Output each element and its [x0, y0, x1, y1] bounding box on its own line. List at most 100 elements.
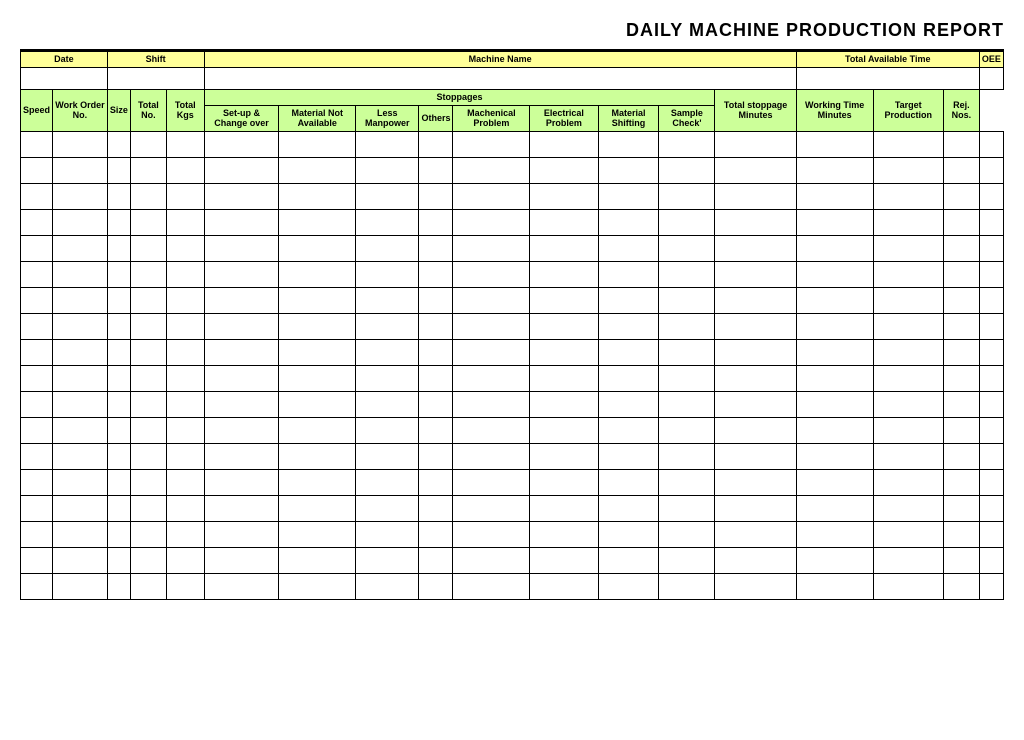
table-cell[interactable]: [419, 184, 453, 210]
table-cell[interactable]: [356, 236, 419, 262]
table-cell[interactable]: [419, 418, 453, 444]
table-cell[interactable]: [130, 288, 166, 314]
table-cell[interactable]: [659, 392, 715, 418]
table-cell[interactable]: [53, 496, 108, 522]
table-cell[interactable]: [166, 184, 204, 210]
table-cell[interactable]: [943, 236, 979, 262]
table-cell[interactable]: [943, 340, 979, 366]
table-cell[interactable]: [873, 184, 943, 210]
table-cell[interactable]: [204, 392, 279, 418]
table-cell[interactable]: [453, 366, 530, 392]
table-cell[interactable]: [659, 288, 715, 314]
table-cell[interactable]: [356, 314, 419, 340]
table-cell[interactable]: [166, 236, 204, 262]
table-cell[interactable]: [53, 548, 108, 574]
date-value[interactable]: [21, 67, 108, 89]
table-cell[interactable]: [107, 288, 130, 314]
table-cell[interactable]: [873, 470, 943, 496]
table-cell[interactable]: [204, 418, 279, 444]
table-cell[interactable]: [53, 574, 108, 600]
table-cell[interactable]: [130, 184, 166, 210]
table-cell[interactable]: [659, 210, 715, 236]
table-cell[interactable]: [979, 158, 1003, 184]
table-cell[interactable]: [530, 444, 598, 470]
table-cell[interactable]: [130, 210, 166, 236]
table-cell[interactable]: [943, 548, 979, 574]
table-cell[interactable]: [419, 444, 453, 470]
table-cell[interactable]: [166, 340, 204, 366]
table-cell[interactable]: [530, 418, 598, 444]
table-cell[interactable]: [943, 366, 979, 392]
table-cell[interactable]: [530, 314, 598, 340]
table-cell[interactable]: [204, 548, 279, 574]
table-cell[interactable]: [419, 236, 453, 262]
table-cell[interactable]: [943, 392, 979, 418]
table-cell[interactable]: [356, 132, 419, 158]
table-cell[interactable]: [715, 288, 796, 314]
table-cell[interactable]: [659, 184, 715, 210]
table-cell[interactable]: [107, 340, 130, 366]
table-cell[interactable]: [796, 470, 873, 496]
table-cell[interactable]: [873, 392, 943, 418]
table-cell[interactable]: [204, 470, 279, 496]
table-cell[interactable]: [107, 366, 130, 392]
table-cell[interactable]: [796, 548, 873, 574]
table-cell[interactable]: [715, 470, 796, 496]
table-cell[interactable]: [204, 314, 279, 340]
table-cell[interactable]: [453, 236, 530, 262]
table-cell[interactable]: [979, 522, 1003, 548]
table-cell[interactable]: [21, 184, 53, 210]
table-cell[interactable]: [453, 418, 530, 444]
table-cell[interactable]: [107, 236, 130, 262]
table-cell[interactable]: [279, 262, 356, 288]
table-cell[interactable]: [21, 548, 53, 574]
machine-name-value[interactable]: [204, 67, 796, 89]
table-cell[interactable]: [279, 288, 356, 314]
table-cell[interactable]: [107, 548, 130, 574]
table-cell[interactable]: [107, 444, 130, 470]
table-cell[interactable]: [166, 132, 204, 158]
table-cell[interactable]: [979, 444, 1003, 470]
table-cell[interactable]: [419, 366, 453, 392]
table-cell[interactable]: [356, 496, 419, 522]
table-cell[interactable]: [453, 158, 530, 184]
table-cell[interactable]: [979, 184, 1003, 210]
table-cell[interactable]: [979, 470, 1003, 496]
table-cell[interactable]: [873, 288, 943, 314]
table-cell[interactable]: [53, 184, 108, 210]
table-cell[interactable]: [715, 548, 796, 574]
table-cell[interactable]: [279, 470, 356, 496]
table-cell[interactable]: [419, 574, 453, 600]
table-cell[interactable]: [107, 262, 130, 288]
table-cell[interactable]: [943, 496, 979, 522]
table-cell[interactable]: [21, 132, 53, 158]
table-cell[interactable]: [453, 132, 530, 158]
table-cell[interactable]: [130, 496, 166, 522]
table-cell[interactable]: [107, 158, 130, 184]
table-cell[interactable]: [419, 522, 453, 548]
table-cell[interactable]: [598, 288, 659, 314]
table-cell[interactable]: [166, 470, 204, 496]
table-cell[interactable]: [659, 444, 715, 470]
table-cell[interactable]: [204, 262, 279, 288]
table-cell[interactable]: [659, 574, 715, 600]
table-cell[interactable]: [796, 574, 873, 600]
table-cell[interactable]: [279, 132, 356, 158]
table-cell[interactable]: [796, 444, 873, 470]
table-cell[interactable]: [873, 314, 943, 340]
table-cell[interactable]: [21, 262, 53, 288]
table-cell[interactable]: [53, 210, 108, 236]
table-cell[interactable]: [166, 262, 204, 288]
table-cell[interactable]: [21, 418, 53, 444]
table-cell[interactable]: [659, 132, 715, 158]
table-cell[interactable]: [873, 132, 943, 158]
table-cell[interactable]: [715, 392, 796, 418]
table-cell[interactable]: [979, 392, 1003, 418]
table-cell[interactable]: [796, 340, 873, 366]
table-cell[interactable]: [979, 496, 1003, 522]
oee-value[interactable]: [979, 67, 1003, 89]
table-cell[interactable]: [279, 392, 356, 418]
table-cell[interactable]: [107, 574, 130, 600]
table-cell[interactable]: [659, 340, 715, 366]
table-cell[interactable]: [453, 444, 530, 470]
